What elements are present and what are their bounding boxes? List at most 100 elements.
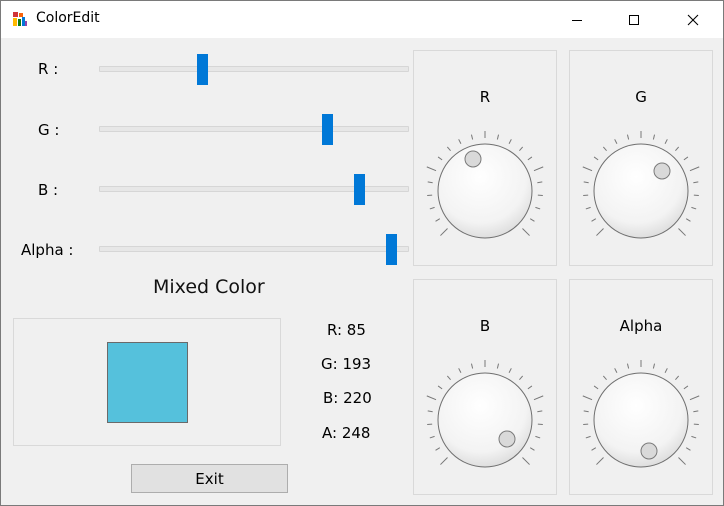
knob-tick (685, 218, 691, 222)
knob-tick (614, 368, 618, 374)
maximize-button[interactable] (611, 1, 657, 38)
slider-thumb-g[interactable] (322, 114, 333, 145)
knob-tick (691, 206, 697, 210)
knob-tick (675, 146, 680, 152)
knob-tick (583, 181, 589, 184)
knob-tick (519, 146, 524, 152)
knob-tick (689, 395, 700, 401)
slider-track-g[interactable] (99, 126, 409, 132)
knob-tick (426, 395, 437, 401)
minimize-button[interactable] (554, 1, 600, 38)
exit-button[interactable]: Exit (131, 464, 288, 493)
minimize-icon (572, 19, 582, 21)
knob-tick (529, 447, 535, 451)
value-a: A: 248 (322, 424, 371, 442)
knob-tick (652, 134, 656, 140)
knob-tick (508, 368, 512, 374)
value-r: R: 85 (327, 321, 366, 339)
knob-tick (435, 218, 441, 222)
knob-tick (585, 435, 591, 439)
knob-body (437, 372, 533, 468)
knob-panel-b: B (413, 279, 557, 495)
mixed-color-title: Mixed Color (153, 276, 265, 298)
mixed-color-swatch (107, 342, 188, 423)
knob-tick (429, 435, 435, 439)
knob-tick (435, 447, 441, 451)
knob-label-b: B (479, 317, 491, 335)
knob-tick (693, 181, 699, 184)
knob-tick (602, 375, 607, 381)
knob-tick (458, 139, 462, 145)
knob-tick (593, 385, 599, 390)
knob-tick (470, 134, 474, 140)
knob-g[interactable] (581, 131, 701, 251)
value-b: B: 220 (323, 389, 372, 407)
knob-tick (591, 218, 597, 222)
knob-tick (689, 166, 700, 172)
knob-label-alpha: Alpha (619, 317, 663, 335)
app-icon (13, 12, 27, 26)
knob-panel-g: G (569, 50, 713, 266)
knob-tick (583, 410, 589, 413)
knob-tick (652, 363, 656, 369)
knob-tick (440, 457, 448, 465)
slider-label-alpha: Alpha : (21, 241, 74, 259)
close-icon (687, 14, 699, 25)
slider-label-g: G : (38, 121, 60, 139)
knob-tick (527, 156, 533, 161)
knob-panel-alpha: Alpha (569, 279, 713, 495)
knob-tick (496, 363, 500, 369)
maximize-icon (629, 14, 639, 25)
knob-tick (691, 435, 697, 439)
knob-tick (585, 206, 591, 210)
knob-tick (437, 385, 443, 390)
knob-body (437, 143, 533, 239)
knob-tick (527, 385, 533, 390)
knob-alpha[interactable] (581, 360, 701, 480)
knob-indicator (464, 150, 482, 168)
knob-tick (685, 447, 691, 451)
knob-tick (440, 228, 448, 236)
knob-panel-r: R (413, 50, 557, 266)
slider-label-b: B : (38, 181, 59, 199)
slider-thumb-alpha[interactable] (386, 234, 397, 265)
knob-tick (678, 228, 686, 236)
knob-tick (535, 435, 541, 439)
knob-tick (446, 375, 451, 381)
knob-body (593, 143, 689, 239)
close-button[interactable] (670, 1, 716, 38)
coloredit-window: ColorEdit R : G : B : Alpha : Mixed Colo… (0, 0, 724, 506)
knob-tick (593, 156, 599, 161)
knob-tick (426, 166, 437, 172)
slider-label-r: R : (38, 60, 59, 78)
knob-tick (519, 375, 524, 381)
value-g: G: 193 (321, 355, 372, 373)
knob-indicator (653, 162, 671, 180)
knob-tick (683, 385, 689, 390)
title-bar[interactable]: ColorEdit (1, 1, 723, 38)
knob-tick (508, 139, 512, 145)
slider-thumb-b[interactable] (354, 174, 365, 205)
knob-indicator (498, 430, 516, 448)
knob-tick (664, 139, 668, 145)
knob-r[interactable] (425, 131, 545, 251)
knob-tick (678, 457, 686, 465)
knob-tick (427, 410, 433, 413)
slider-track-r[interactable] (99, 66, 409, 72)
knob-tick (582, 395, 593, 401)
knob-label-g: G (635, 88, 647, 106)
knob-tick (537, 181, 543, 184)
slider-thumb-r[interactable] (197, 54, 208, 85)
knob-tick (602, 146, 607, 152)
knob-tick (458, 368, 462, 374)
knob-tick (522, 228, 530, 236)
knob-tick (626, 363, 630, 369)
knob-tick (533, 395, 544, 401)
slider-track-alpha[interactable] (99, 246, 409, 252)
knob-tick (614, 139, 618, 145)
knob-b[interactable] (425, 360, 545, 480)
knob-tick (446, 146, 451, 152)
knob-tick (522, 457, 530, 465)
knob-tick (537, 410, 543, 413)
knob-label-r: R (479, 88, 491, 106)
